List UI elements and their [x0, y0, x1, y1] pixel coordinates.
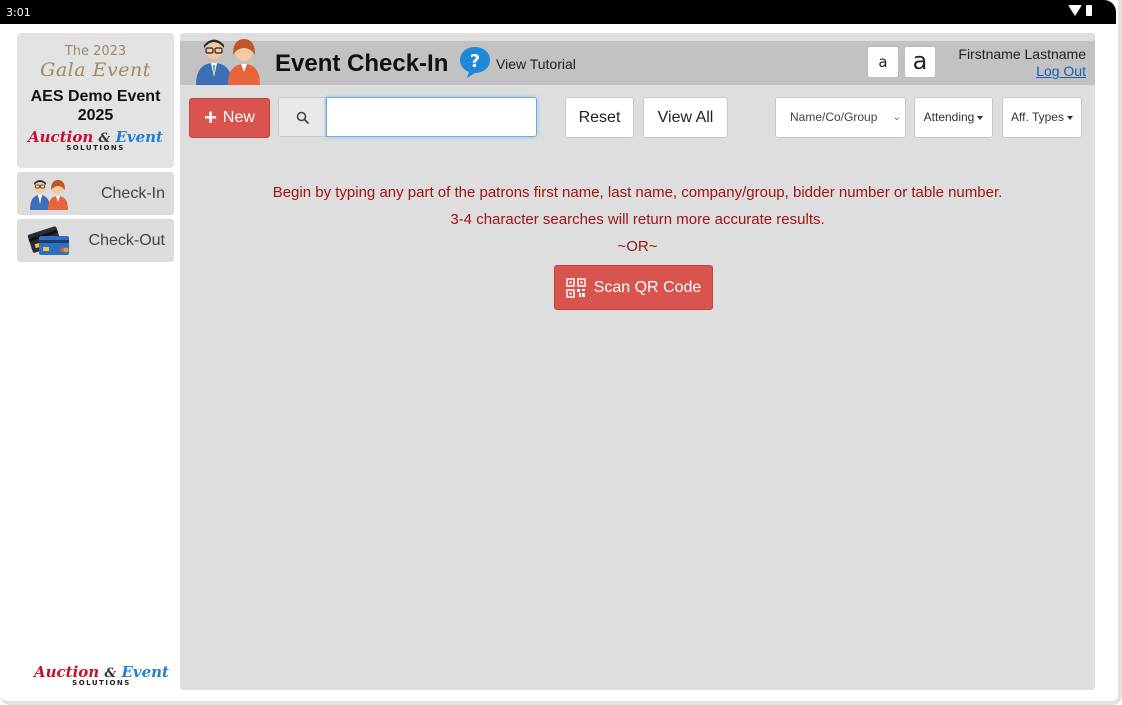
- search-by-selected: Name/Co/Group: [790, 110, 878, 124]
- gala-name: Gala Event: [40, 59, 151, 81]
- people-icon: [30, 180, 68, 210]
- event-card: The 2023 Gala Event AES Demo Event 2025 …: [17, 33, 174, 168]
- footer-brand-logo: Auction & Event SOLUTIONS: [34, 663, 169, 687]
- event-title: AES Demo Event 2025: [30, 88, 161, 124]
- view-all-button[interactable]: View All: [643, 97, 728, 138]
- system-icons: [1068, 5, 1092, 16]
- status-bar: 3:01: [0, 0, 1116, 24]
- scan-qr-label: Scan QR Code: [593, 278, 702, 296]
- view-tutorial-link[interactable]: View Tutorial: [496, 56, 576, 72]
- wifi-icon: [1068, 5, 1082, 16]
- attending-label: Attending: [923, 110, 975, 124]
- attending-dropdown[interactable]: Attending: [914, 97, 993, 138]
- page-header: Event Check-In ? View Tutorial a a First…: [180, 39, 1095, 85]
- caret-down-icon: [1066, 115, 1073, 120]
- font-size-small-button[interactable]: a: [867, 46, 899, 78]
- sidebar-item-label: Check-Out: [88, 232, 165, 249]
- search-input[interactable]: [326, 97, 537, 137]
- user-name: Firstname Lastname: [958, 46, 1086, 62]
- brand-logo: Auction & Event SOLUTIONS: [28, 128, 163, 152]
- caret-down-icon: [977, 115, 984, 120]
- main-panel: Event Check-In ? View Tutorial a a First…: [180, 33, 1095, 690]
- new-button-label: New: [222, 109, 255, 126]
- aff-types-label: Aff. Types: [1011, 110, 1064, 124]
- search-addon: [278, 97, 326, 137]
- aff-types-dropdown[interactable]: Aff. Types: [1002, 97, 1082, 138]
- search-icon: [296, 111, 309, 124]
- qr-code-icon: [565, 277, 586, 298]
- new-button[interactable]: + New: [189, 98, 270, 138]
- gala-year: The 2023: [64, 44, 127, 59]
- credit-card-icon: [27, 226, 69, 255]
- instruction-text: Begin by typing any part of the patrons …: [272, 184, 1003, 201]
- plus-icon: +: [204, 105, 217, 130]
- status-time: 3:01: [6, 6, 31, 19]
- sidebar-item-check-in[interactable]: Check-In: [17, 172, 174, 215]
- people-icon: [196, 39, 260, 85]
- scan-qr-button[interactable]: Scan QR Code: [554, 265, 713, 310]
- sidebar-item-label: Check-In: [100, 185, 165, 202]
- font-size-large-button[interactable]: a: [904, 46, 936, 78]
- battery-icon: [1086, 5, 1092, 16]
- logout-link[interactable]: Log Out: [1036, 63, 1086, 79]
- chevron-down-icon: ⌄: [892, 112, 901, 123]
- or-divider: ~OR~: [617, 238, 658, 255]
- device-screen: 3:01 The 2023 Gala Event AES Demo Event …: [0, 0, 1122, 705]
- reset-button[interactable]: Reset: [565, 97, 634, 138]
- search-by-select[interactable]: Name/Co/Group ⌄: [775, 97, 906, 138]
- sidebar-item-check-out[interactable]: Check-Out: [17, 219, 174, 262]
- hint-text: 3-4 character searches will return more …: [450, 211, 825, 228]
- help-icon[interactable]: ?: [458, 45, 492, 79]
- svg-text:?: ?: [470, 51, 480, 72]
- page-title: Event Check-In: [275, 50, 449, 77]
